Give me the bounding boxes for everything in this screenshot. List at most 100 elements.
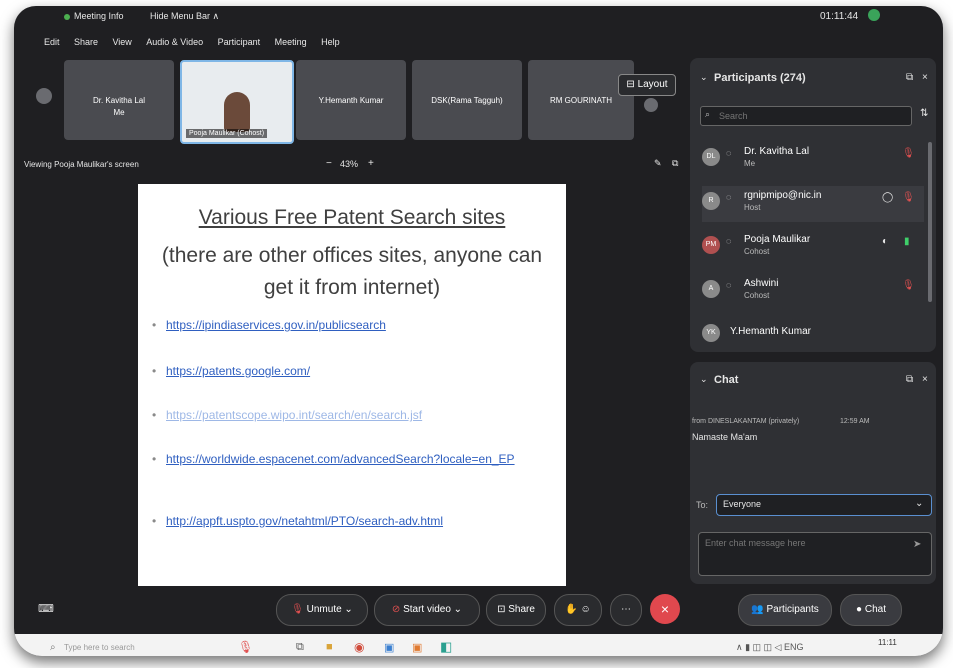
file-explorer-icon[interactable]: ■ [326,641,333,653]
layout-label: Layout [637,79,668,90]
slide-link[interactable]: https://ipindiaservices.gov.in/publicsea… [166,318,536,333]
slide-link[interactable]: https://patents.google.com/ [166,364,536,379]
chevron-down-icon: ⌄ [341,604,353,615]
thumbnail-next-button[interactable] [644,98,658,112]
chat-input-box[interactable]: ➤ [698,532,932,576]
slide-link[interactable]: http://appft.uspto.gov/netahtml/PTO/sear… [166,514,536,529]
collapse-chevron-icon[interactable]: ⌄ [700,374,708,385]
participants-label: Participants [766,604,819,615]
start-video-button[interactable]: ⊘ Start video ⌄ [374,594,480,626]
chrome-icon[interactable]: ◉ [354,640,364,654]
tray-icons[interactable]: ∧ ▮ ◫ ◫ ◁ ENG [736,642,803,653]
video-thumbnail[interactable]: Y.Hemanth Kumar [296,60,406,140]
app-icon[interactable]: ▣ [384,641,394,654]
recipient-select[interactable]: Everyone ⌄ [716,494,932,516]
chat-message-input[interactable] [703,536,907,572]
hide-menu-bar-button[interactable]: Hide Menu Bar ∧ [150,11,219,22]
chat-button[interactable]: ● Chat [840,594,902,626]
video-thumbnail[interactable]: Dr. Kavitha Lal Me [64,60,174,140]
participants-search-input[interactable] [717,108,907,124]
slide-link[interactable]: https://patentscope.wipo.int/search/en/s… [166,408,536,423]
unmute-label: Unmute [306,604,342,615]
speaker-figure [224,92,250,132]
video-thumbnail[interactable]: DSK(Rama Tagguh) [412,60,522,140]
participants-search[interactable]: ⌕ [700,106,912,126]
popout-icon[interactable]: ⧉ [906,72,913,83]
zoom-out-button[interactable]: − [326,158,332,169]
search-icon: ⌕ [705,109,711,119]
participant-role: Me [744,159,756,168]
layout-button[interactable]: ⊟ Layout [618,74,676,96]
annotate-icon[interactable]: ✎ [654,158,662,169]
meeting-info-link[interactable]: Meeting Info [74,11,124,21]
slide-link[interactable]: https://worldwide.espacenet.com/advanced… [166,452,536,467]
mic-muted-icon[interactable]: 🎙 [902,280,915,291]
collapse-chevron-icon[interactable]: ⌄ [700,72,708,83]
captions-icon[interactable]: ⌨ [38,602,54,615]
leave-meeting-button[interactable]: × [650,594,680,624]
chat-panel: ⌄ Chat ⧉ × from DINESLAKANTAM (privately… [690,362,936,584]
mic-muted-icon[interactable]: 🎙 [902,148,915,159]
menu-view[interactable]: View [112,37,131,47]
taskbar-search-icon[interactable]: ⌕ [50,642,56,653]
chat-header: Chat [714,374,739,386]
more-icon: ⋯ [621,604,631,615]
avatar: YK [702,324,720,342]
menu-share[interactable]: Share [74,37,98,47]
taskbar-search-box[interactable]: Type here to search [64,643,135,652]
close-icon[interactable]: × [922,72,928,83]
more-options-button[interactable]: ⋯ [610,594,642,626]
start-video-label: Start video [403,604,451,615]
participant-row[interactable]: YK Y.Hemanth Kumar [702,318,924,354]
security-shield-icon [868,9,880,21]
chat-icon[interactable]: ◯ [882,192,893,203]
app-icon[interactable]: ▣ [412,641,422,654]
close-icon: × [660,601,670,617]
send-icon[interactable]: ➤ [913,539,921,550]
participants-panel: ⌄ Participants (274) ⧉ × ⌕ ⇅ DL ◌ Dr. Ka… [690,58,936,352]
share-button[interactable]: ⊡ Share [486,594,546,626]
menu-help[interactable]: Help [321,37,340,47]
thumbnail-sub: Me [113,108,125,117]
close-icon[interactable]: × [922,374,928,385]
sort-icon[interactable]: ⇅ [920,108,928,119]
participant-row[interactable]: DL ◌ Dr. Kavitha Lal Me 🎙 [702,142,924,178]
mic-muted-icon[interactable]: 🎙 [902,192,915,203]
chat-message-time: 12:59 AM [840,418,870,425]
participants-scrollbar[interactable] [928,142,932,302]
participant-row[interactable]: A ◌ Ashwini Cohost 🎙 [702,274,924,310]
menu-participant[interactable]: Participant [218,37,261,47]
thumbnail-name: RM GOURINATH [549,96,613,105]
unmute-button[interactable]: 🎙 Unmute ⌄ [276,594,368,626]
menu-audio-video[interactable]: Audio & Video [146,37,203,47]
zoom-in-button[interactable]: + [368,158,374,169]
slide-subtitle: (there are other offices sites, anyone c… [161,244,543,299]
popout-icon[interactable]: ⧉ [906,374,913,385]
video-thumbnail[interactable]: RM GOURINATH [528,60,634,140]
chat-bubble-icon: ● [856,604,865,615]
avatar: A [702,280,720,298]
active-speaker-thumbnail[interactable]: Pooja Maulikar (Cohost) [180,60,294,144]
reactions-button[interactable]: ✋ ☺ [554,594,602,626]
menu-meeting[interactable]: Meeting [275,37,307,47]
participant-name: Pooja Maulikar [744,234,811,245]
chat-message-sender: from DINESLAKANTAM (privately) [692,418,800,425]
status-dot-icon [64,14,70,20]
webex-icon[interactable]: ◧ [440,639,452,655]
thumbnail-name-tag: Pooja Maulikar (Cohost) [186,129,268,138]
avatar: PM [702,236,720,254]
menu-edit[interactable]: Edit [44,37,60,47]
zoom-level: 43% [340,159,359,169]
participant-role: Cohost [744,247,770,256]
hand-icon: ✋ [565,604,578,615]
thumbnail-prev-button[interactable] [36,88,52,104]
mic-active-icon[interactable]: ▮ [904,236,910,247]
mic-icon[interactable]: 🎙 [238,640,253,654]
participant-row[interactable]: R ◌ rgnipmipo@nic.in Host ◯ 🎙 [702,186,924,222]
participant-row[interactable]: PM ◌ Pooja Maulikar Cohost ◐ ▮ [702,230,924,266]
task-view-icon[interactable]: ⧉ [296,641,304,654]
participants-button[interactable]: 👥 Participants [738,594,832,626]
audio-icon: ◌ [726,148,732,158]
fullscreen-icon[interactable]: ⧉ [672,158,678,169]
thumbnail-name: DSK(Rama Tagguh) [431,96,503,105]
